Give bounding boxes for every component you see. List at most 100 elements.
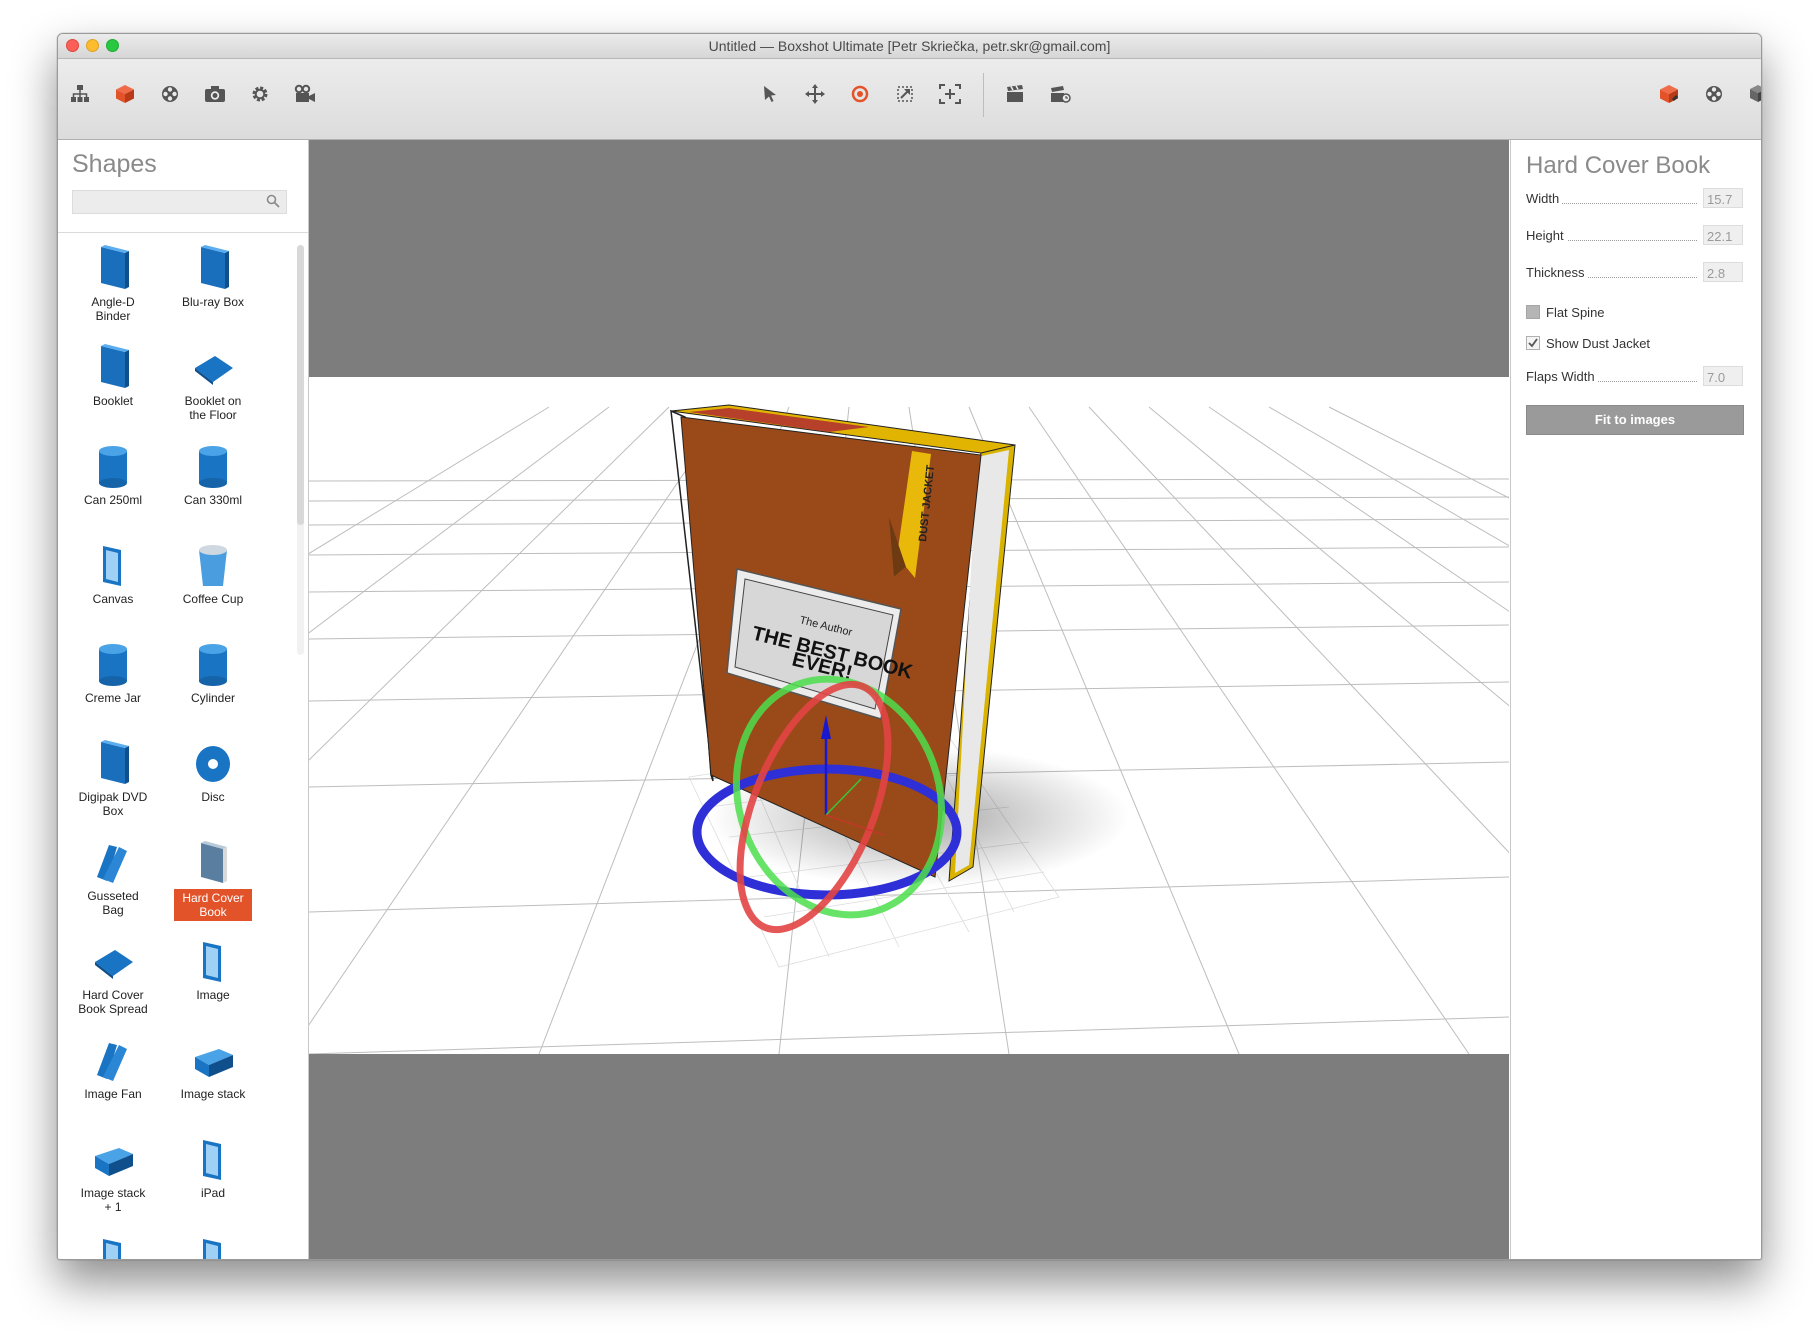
flat-spine-checkbox[interactable] [1526, 305, 1540, 319]
render-button[interactable] [1045, 79, 1075, 109]
fit-view-tool[interactable] [935, 79, 965, 109]
move-tool[interactable] [800, 79, 830, 109]
width-field[interactable] [1703, 188, 1743, 208]
scale-icon [897, 86, 913, 102]
shape-label: Digipak DVD Box [78, 790, 148, 818]
shape-item[interactable] [168, 1233, 258, 1259]
shape-label: Angle-D Binder [91, 295, 135, 323]
tablet-icon [203, 1239, 221, 1259]
shapes-button[interactable] [110, 79, 140, 109]
shape-item[interactable] [68, 1233, 158, 1259]
flat-spine-label: Flat Spine [1546, 305, 1605, 320]
booklet-floor-icon [195, 356, 233, 385]
flat-spine-option[interactable]: Flat Spine [1526, 304, 1726, 322]
height-field[interactable] [1703, 225, 1743, 245]
shape-label: Can 250ml [83, 493, 143, 507]
shape-item[interactable]: Hard Cover Book [168, 837, 258, 927]
height-property: Height [1526, 225, 1743, 247]
show-dust-jacket-checkbox[interactable] [1526, 336, 1540, 350]
camera-icon [205, 86, 225, 102]
panel-title: Shapes [72, 150, 157, 178]
shape-label: Blu-ray Box [181, 295, 245, 309]
3d-viewport[interactable]: The Author THE BEST BOOK EVER! DUST JACK… [309, 140, 1509, 1259]
shape-item[interactable]: Image [168, 936, 258, 1026]
shape-item[interactable]: Blu-ray Box [168, 243, 258, 333]
materials-icon [162, 86, 178, 102]
booklet-icon [101, 344, 129, 388]
thickness-field[interactable] [1703, 262, 1743, 282]
animation-button[interactable] [290, 79, 320, 109]
width-label: Width [1526, 191, 1563, 206]
scrollbar-thumb[interactable] [297, 245, 304, 525]
fit-frame-icon [939, 84, 961, 104]
bluray-box-icon [201, 245, 229, 289]
shape-label: Hard Cover Book [174, 889, 252, 921]
shape-item[interactable]: Can 250ml [68, 441, 158, 531]
render-icon [1051, 86, 1071, 103]
shape-item[interactable]: Can 330ml [168, 441, 258, 531]
shape-label: Image stack [180, 1087, 246, 1101]
flaps-width-field[interactable] [1703, 366, 1743, 386]
material-properties-button[interactable] [1699, 79, 1729, 109]
materials-button[interactable] [155, 79, 185, 109]
thickness-property: Thickness [1526, 262, 1743, 284]
shape-item[interactable]: Image stack + 1 [68, 1134, 158, 1224]
shape-item[interactable]: Coffee Cup [168, 540, 258, 630]
render-scene-button[interactable] [1000, 79, 1030, 109]
show-dust-jacket-option[interactable]: Show Dust Jacket [1526, 335, 1726, 353]
select-tool[interactable] [755, 79, 785, 109]
shape-label: iPad [200, 1186, 226, 1200]
flaps-width-label: Flaps Width [1526, 369, 1598, 384]
move-icon [805, 84, 825, 104]
phone-icon [103, 1239, 121, 1259]
rotate-tool[interactable] [845, 79, 875, 109]
shape-item[interactable]: iPad [168, 1134, 258, 1224]
settings-button[interactable] [245, 79, 275, 109]
search-input[interactable] [73, 191, 265, 211]
shape-item[interactable]: Angle-D Binder [68, 243, 158, 333]
canvas-icon [103, 546, 121, 586]
shape-item[interactable]: Canvas [68, 540, 158, 630]
title-bar: Untitled — Boxshot Ultimate [Petr Skrieč… [58, 34, 1761, 59]
add-box-icon [1750, 85, 1761, 102]
height-label: Height [1526, 228, 1567, 243]
shape-item[interactable]: Creme Jar [68, 639, 158, 729]
image-stack-icon [195, 1049, 233, 1077]
image-stack-plus-icon [95, 1148, 133, 1176]
shape-item[interactable]: Booklet [68, 342, 158, 432]
shape-item[interactable]: Cylinder [168, 639, 258, 729]
disc-icon [196, 746, 230, 782]
search-icon [266, 194, 280, 208]
shape-label: Image [196, 988, 230, 1002]
hierarchy-icon [71, 85, 89, 102]
scene-drawing: The Author THE BEST BOOK EVER! DUST JACK… [309, 404, 1509, 1054]
shape-item[interactable]: Image Fan [68, 1035, 158, 1125]
shape-label: Coffee Cup [182, 592, 244, 606]
fit-to-images-button[interactable]: Fit to images [1526, 405, 1744, 435]
clapper-icon [1007, 85, 1023, 102]
scene-canvas[interactable]: The Author THE BEST BOOK EVER! DUST JACK… [309, 377, 1509, 1054]
video-camera-icon [294, 84, 315, 102]
ipad-icon [203, 1140, 221, 1180]
shape-item[interactable]: Gusseted Bag [68, 837, 158, 927]
shape-properties-button[interactable] [1654, 79, 1684, 109]
can-330-icon [199, 446, 227, 488]
camera-button[interactable] [200, 79, 230, 109]
scale-tool[interactable] [890, 79, 920, 109]
hierarchy-button[interactable] [65, 79, 95, 109]
image-icon [203, 942, 221, 982]
shape-item[interactable]: Booklet on the Floor [168, 342, 258, 432]
shape-item[interactable]: Hard Cover Book Spread [68, 936, 158, 1026]
shape-label: Creme Jar [84, 691, 141, 705]
settings-icon [252, 86, 268, 102]
material-icon [1706, 86, 1722, 102]
can-250-icon [99, 446, 127, 488]
shape-item[interactable]: Image stack [168, 1035, 258, 1125]
shape-label: Image Fan [84, 1087, 142, 1101]
shape-item[interactable]: Disc [168, 738, 258, 828]
add-shape-button[interactable] [1744, 79, 1761, 109]
shape-list[interactable]: Angle-D Binder Blu-ray Box Booklet Booklet … [58, 233, 308, 1259]
shape-search[interactable] [72, 190, 287, 214]
rotate-icon [851, 85, 869, 103]
shape-item[interactable]: Digipak DVD Box [68, 738, 158, 828]
